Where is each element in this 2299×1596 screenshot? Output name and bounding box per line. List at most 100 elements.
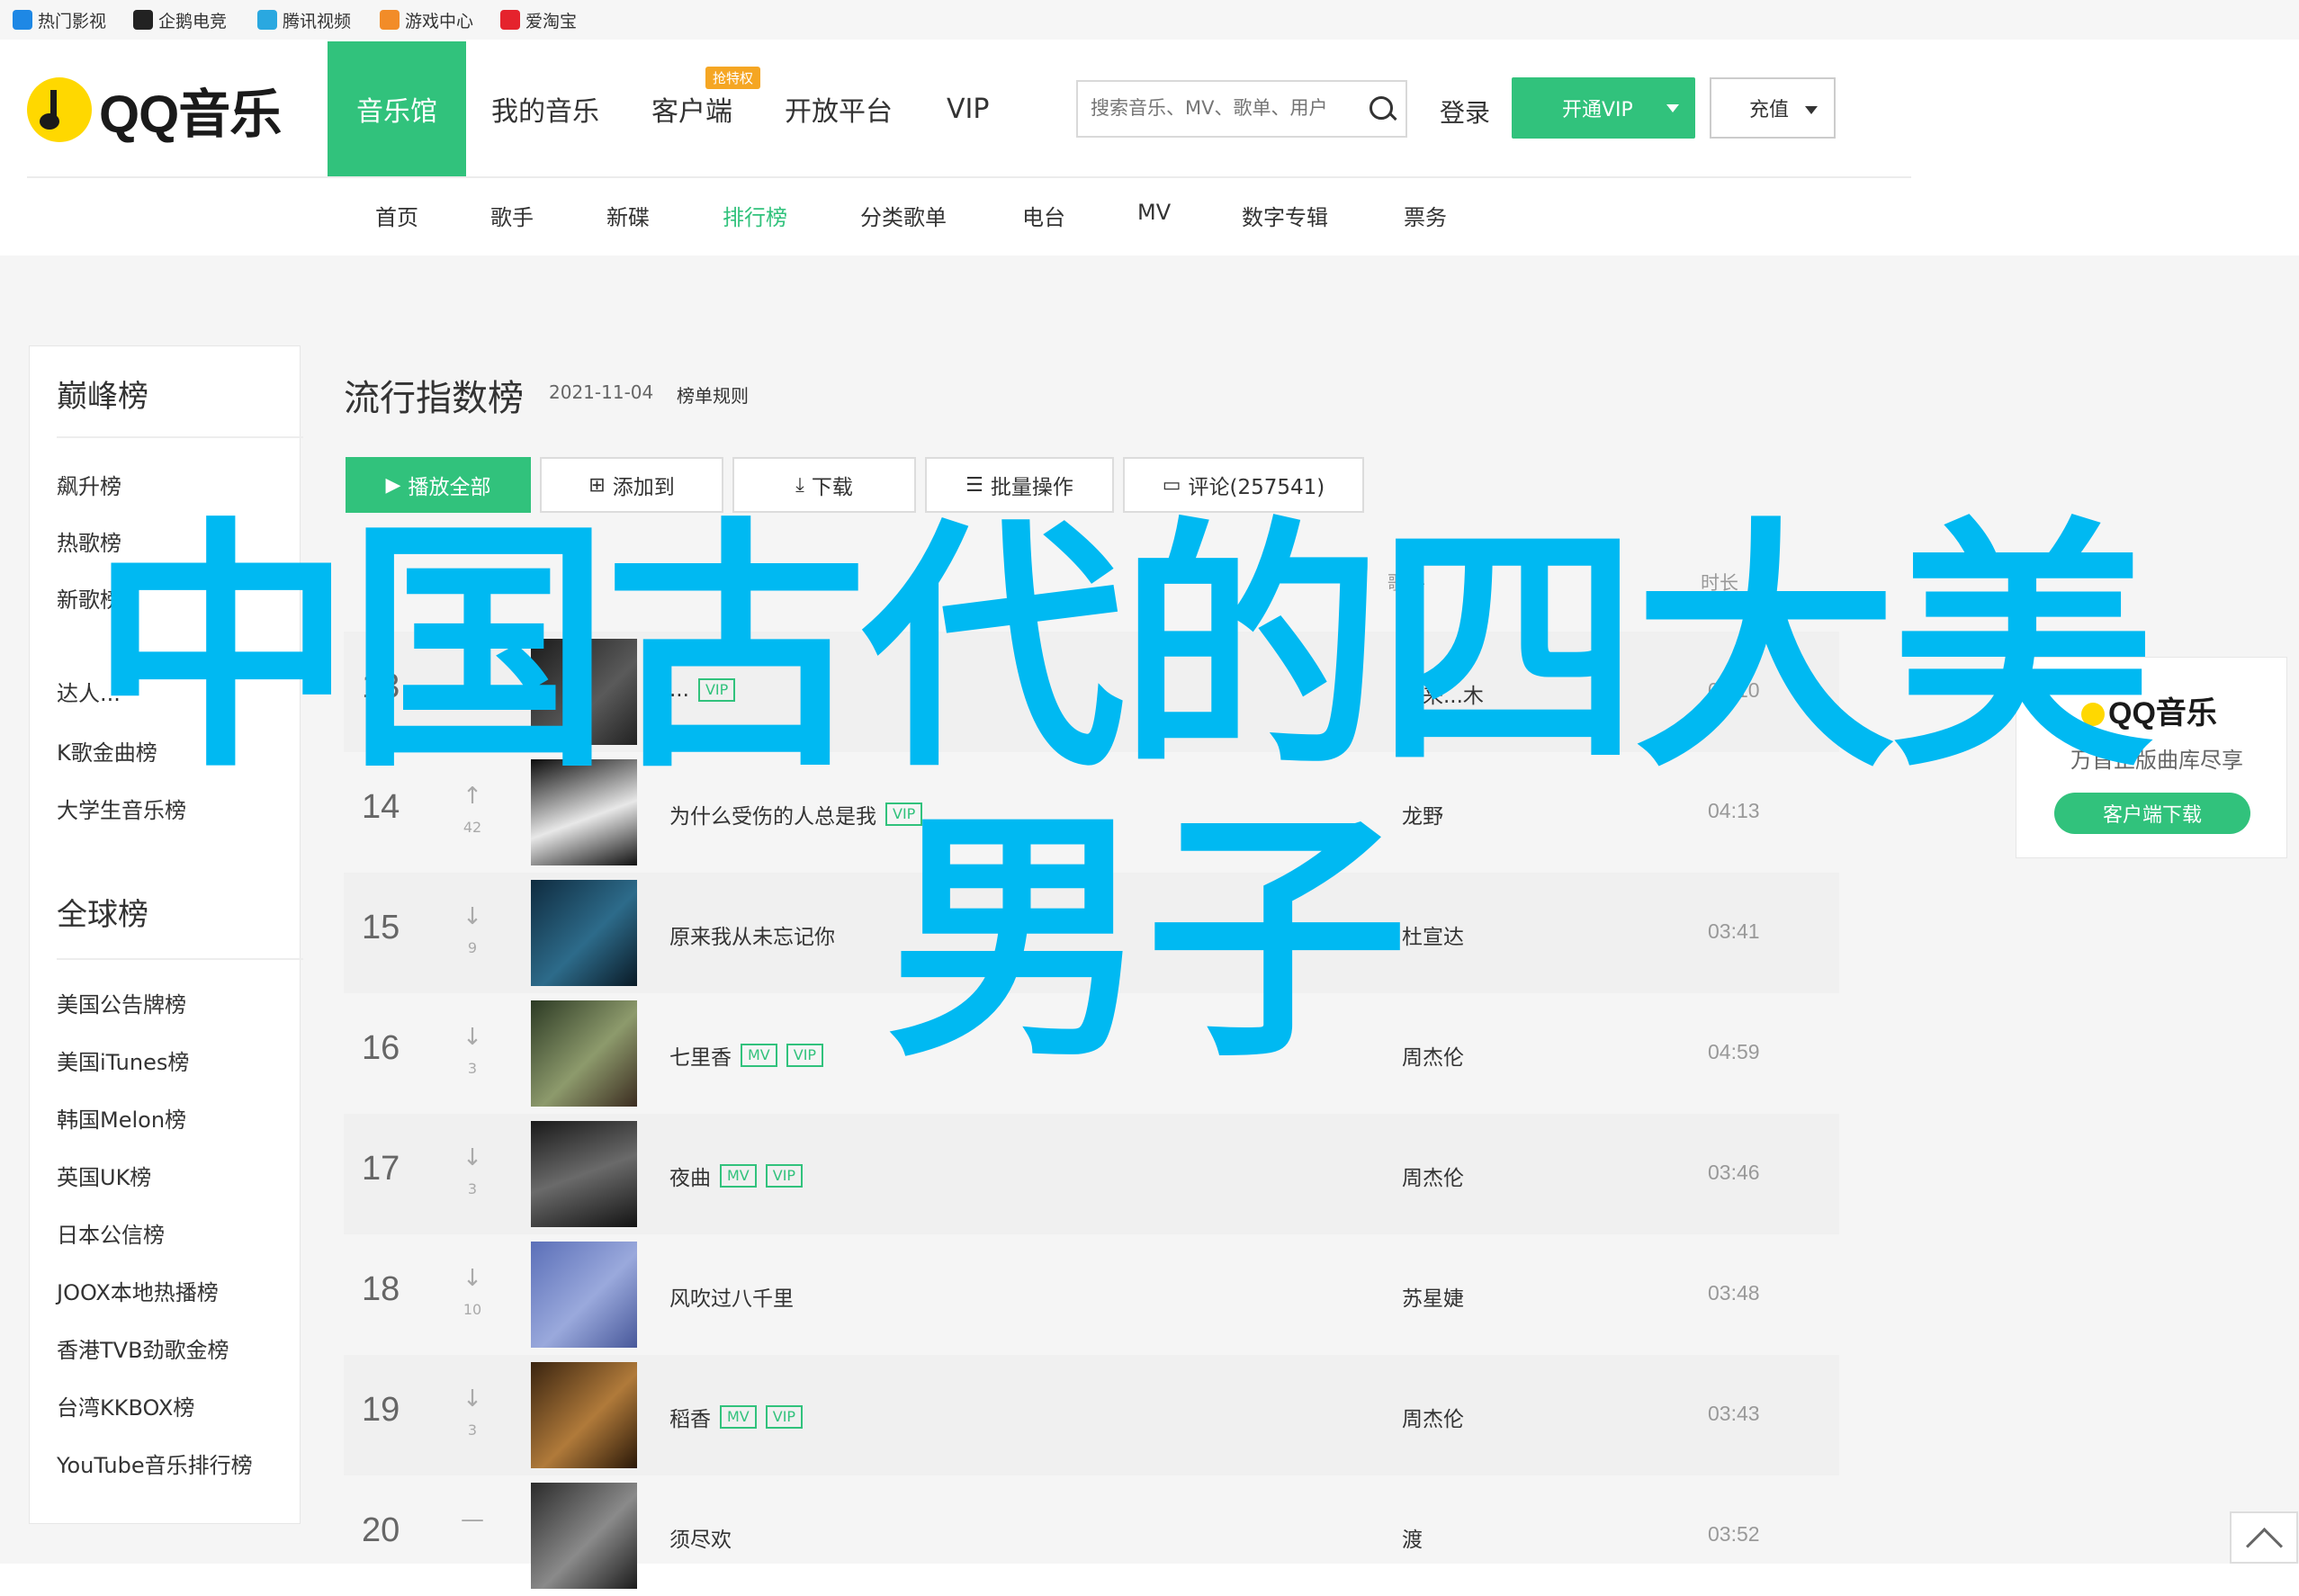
album-cover[interactable] — [531, 880, 637, 986]
divider — [57, 958, 303, 960]
video-icon — [13, 10, 32, 30]
song-duration: 03:41 — [1708, 919, 1760, 943]
nav-client[interactable]: 客户端 — [623, 41, 761, 176]
song-title[interactable]: 原来我从未忘记你 — [669, 919, 835, 950]
trend-change: 3 — [467, 1060, 478, 1077]
table-row[interactable]: 17 ↓ 3 夜曲 MV VIP 周杰伦 03:46 — [344, 1114, 1839, 1234]
sidebar-item-youtube[interactable]: YouTube音乐排行榜 — [57, 1448, 253, 1479]
qq-music-logo[interactable]: QQ音乐 — [27, 74, 282, 146]
singer-name[interactable]: 龙野 — [1402, 799, 1443, 829]
nav-music-hall[interactable]: 音乐馆 — [328, 41, 466, 176]
album-cover[interactable] — [531, 1000, 637, 1107]
song-title[interactable]: 夜曲 MV VIP — [669, 1161, 804, 1191]
subnav-radio[interactable]: 电台 — [1022, 200, 1065, 231]
subnav-playlists[interactable]: 分类歌单 — [860, 200, 947, 231]
sidebar-item-oricon[interactable]: 日本公信榜 — [57, 1217, 165, 1249]
sidebar-item-billboard[interactable]: 美国公告牌榜 — [57, 987, 186, 1018]
header-divider — [27, 176, 1911, 178]
subnav-singers[interactable]: 歌手 — [490, 200, 534, 231]
song-title[interactable]: 稻香 MV VIP — [669, 1402, 804, 1432]
global-charts-heading: 全球榜 — [57, 897, 148, 933]
chart-rules-link[interactable]: 榜单规则 — [677, 381, 749, 408]
album-cover[interactable] — [531, 1121, 637, 1227]
table-row[interactable]: 18 ↓ 10 风吹过八千里 苏星婕 03:48 — [344, 1234, 1839, 1355]
play-icon: ▶ — [385, 473, 401, 497]
song-duration: 04:13 — [1708, 799, 1760, 822]
chevron-down-icon[interactable] — [1666, 104, 1679, 112]
mv-tag[interactable]: MV — [720, 1164, 757, 1188]
sidebar-item-itunes[interactable]: 美国iTunes榜 — [57, 1045, 189, 1076]
subnav-new-albums[interactable]: 新碟 — [606, 200, 650, 231]
bookmark-esports[interactable]: 企鹅电竞 — [133, 5, 227, 34]
song-title[interactable]: 须尽欢 — [669, 1522, 732, 1553]
search-box[interactable] — [1076, 80, 1407, 138]
dash-icon: — — [461, 1506, 484, 1533]
singer-name[interactable]: 周杰伦 — [1402, 1040, 1464, 1071]
sidebar-item-soaring[interactable]: 飙升榜 — [57, 469, 121, 500]
table-row[interactable]: 19 ↓ 3 稻香 MV VIP 周杰伦 03:43 — [344, 1355, 1839, 1475]
search-input[interactable] — [1078, 82, 1373, 134]
sidebar-item-melon[interactable]: 韩国Melon榜 — [57, 1102, 186, 1134]
divider — [57, 436, 303, 438]
vip-tag: VIP — [765, 1405, 804, 1429]
subnav-home[interactable]: 首页 — [375, 200, 418, 231]
gamepad-icon — [380, 10, 400, 30]
singer-name[interactable]: 周杰伦 — [1402, 1402, 1464, 1432]
song-duration: 04:59 — [1708, 1040, 1760, 1063]
comment-icon: ▭ — [1162, 473, 1181, 497]
subnav-digital-albums[interactable]: 数字专辑 — [1242, 200, 1328, 231]
song-duration: 03:52 — [1708, 1522, 1760, 1546]
table-row[interactable]: 20 — 须尽欢 渡 03:52 — [344, 1475, 1839, 1596]
back-to-top-button[interactable] — [2230, 1511, 2298, 1564]
subnav-tickets[interactable]: 票务 — [1404, 200, 1447, 231]
sidebar-item-uk[interactable]: 英国UK榜 — [57, 1160, 151, 1191]
song-duration: 03:46 — [1708, 1161, 1760, 1184]
arrow-down-icon: ↓ — [462, 1144, 482, 1171]
trend-change: 3 — [467, 1180, 478, 1197]
album-cover[interactable] — [531, 1362, 637, 1468]
sidebar-item-joox[interactable]: JOOX本地热播榜 — [57, 1275, 219, 1306]
song-title[interactable]: 为什么受伤的人总是我 VIP — [669, 799, 923, 829]
search-icon[interactable] — [1370, 96, 1393, 120]
chart-date: 2021-11-04 — [549, 381, 654, 403]
login-link[interactable]: 登录 — [1440, 94, 1490, 130]
client-badge: 抢特权 — [705, 67, 761, 89]
chart-title: 流行指数榜 — [344, 378, 524, 419]
open-vip-button[interactable]: 开通VIP — [1512, 77, 1695, 139]
mv-tag[interactable]: MV — [741, 1044, 777, 1067]
album-cover[interactable] — [531, 1242, 637, 1348]
singer-name[interactable]: 苏星婕 — [1402, 1281, 1464, 1312]
song-duration: 03:43 — [1708, 1402, 1760, 1425]
singer-name[interactable]: 渡 — [1402, 1522, 1423, 1553]
bookmark-taobao[interactable]: 爱淘宝 — [500, 5, 577, 34]
sidebar-item-tvb[interactable]: 香港TVB劲歌金榜 — [57, 1332, 229, 1364]
sidebar-item-kkbox[interactable]: 台湾KKBOX榜 — [57, 1390, 194, 1421]
song-duration: 03:48 — [1708, 1281, 1760, 1305]
chevron-down-icon[interactable] — [1805, 106, 1818, 114]
rank-number: 18 — [362, 1270, 400, 1308]
singer-name[interactable]: 杜宣达 — [1402, 919, 1464, 950]
bookmark-hot-video[interactable]: 热门影视 — [13, 5, 106, 34]
bookmark-tencent-video[interactable]: 腾讯视频 — [257, 5, 351, 34]
nav-open-platform[interactable]: 开放平台 — [756, 41, 921, 176]
song-title[interactable]: 风吹过八千里 — [669, 1281, 794, 1312]
bookmark-game-center[interactable]: 游戏中心 — [380, 5, 473, 34]
charge-button[interactable]: 充值 — [1710, 77, 1836, 139]
singer-name[interactable]: 周杰伦 — [1402, 1161, 1464, 1191]
subnav-charts[interactable]: 排行榜 — [723, 200, 787, 231]
album-cover[interactable] — [531, 1483, 637, 1589]
trend-change: 10 — [462, 1301, 482, 1318]
rank-number: 20 — [362, 1511, 400, 1549]
arrow-down-icon: ↓ — [462, 903, 482, 930]
nav-vip[interactable]: VIP — [918, 41, 1018, 176]
nav-my-music[interactable]: 我的音乐 — [462, 41, 628, 176]
download-icon: ⤓ — [795, 473, 804, 497]
subnav-mv[interactable]: MV — [1137, 200, 1171, 225]
trend-change: 3 — [467, 1421, 478, 1439]
plus-box-icon: ⊞ — [588, 473, 606, 497]
overlay-headline-line2: 男子 — [886, 786, 1408, 1092]
vip-tag: VIP — [765, 1164, 804, 1188]
song-title[interactable]: 七里香 MV VIP — [669, 1040, 824, 1071]
trend-change: 9 — [467, 939, 478, 956]
mv-tag[interactable]: MV — [720, 1405, 757, 1429]
